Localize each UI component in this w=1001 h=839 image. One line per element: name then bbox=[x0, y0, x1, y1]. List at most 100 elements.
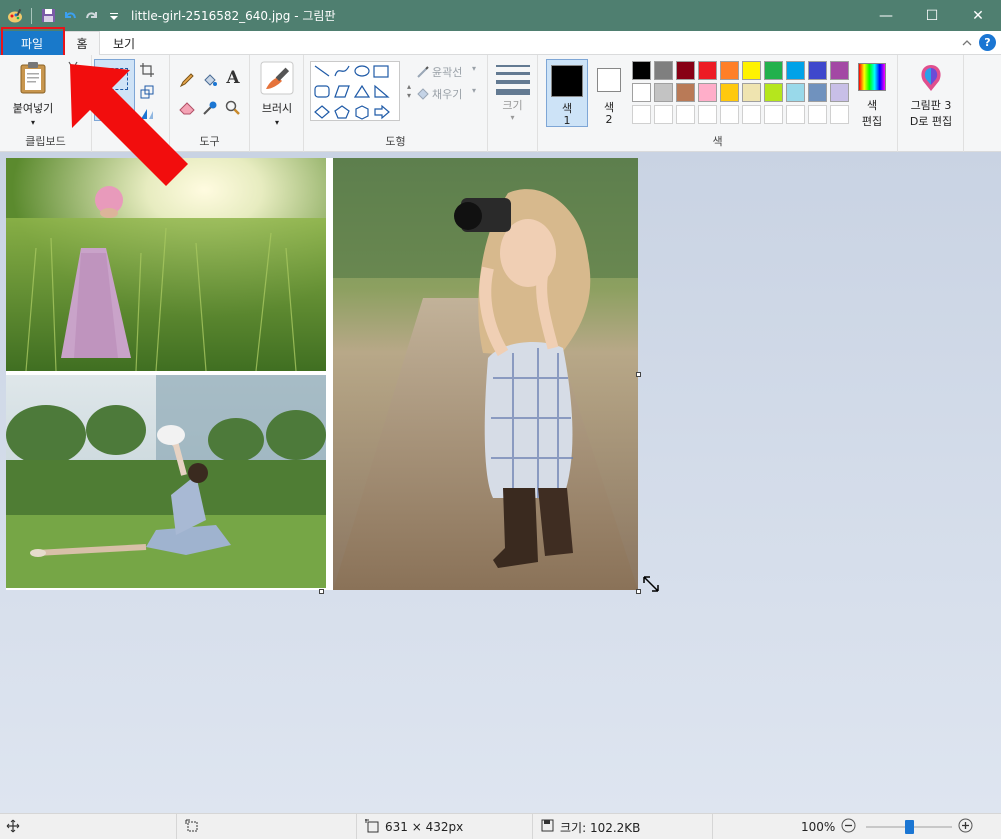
window-title: little-girl-2516582_640.jpg - 그림판 bbox=[131, 9, 336, 23]
custom-color-slot[interactable] bbox=[764, 105, 783, 124]
clipboard-group: 붙여넣기 ▾ 클립보드 bbox=[0, 55, 92, 152]
customize-quick-access-icon[interactable] bbox=[105, 7, 123, 25]
photo-mother-and-child bbox=[6, 375, 326, 588]
clipboard-group-label: 클립보드 bbox=[25, 135, 66, 148]
rotate-icon[interactable] bbox=[138, 105, 156, 123]
photo-girl-in-meadow bbox=[6, 158, 326, 371]
custom-color-slot[interactable] bbox=[676, 105, 695, 124]
color2-button[interactable]: 색 2 bbox=[592, 59, 626, 127]
custom-color-slot[interactable] bbox=[742, 105, 761, 124]
selection-size-cell bbox=[176, 814, 356, 839]
custom-color-slot[interactable] bbox=[632, 105, 651, 124]
color-swatch[interactable] bbox=[698, 61, 717, 80]
size-line-thick bbox=[496, 80, 530, 84]
close-button[interactable]: ✕ bbox=[955, 0, 1001, 31]
custom-color-slot[interactable] bbox=[720, 105, 739, 124]
resize-icon[interactable] bbox=[138, 83, 156, 101]
photo-girl-with-camera bbox=[333, 158, 638, 590]
file-size: 크기: 102.2KB bbox=[560, 820, 641, 835]
separator bbox=[31, 7, 32, 24]
quick-access-toolbar bbox=[0, 0, 123, 31]
color-swatch[interactable] bbox=[830, 61, 849, 80]
brushes-button[interactable]: 브러시 ▾ bbox=[254, 61, 300, 127]
magnifier-icon[interactable] bbox=[224, 99, 242, 117]
size-group: 크기 ▾ bbox=[488, 55, 538, 152]
shapes-gallery[interactable] bbox=[310, 61, 400, 121]
ribbon: 붙여넣기 ▾ 클립보드 A 도구 브러시 ▾ ▴ ▾ 윤곽선 ▾ 채우기 ▾ 도… bbox=[0, 55, 1001, 152]
edit-colors-line2: 편집 bbox=[861, 115, 883, 128]
zoom-in-icon[interactable] bbox=[958, 818, 973, 836]
color-swatch[interactable] bbox=[786, 61, 805, 80]
color-swatch[interactable] bbox=[676, 83, 695, 102]
color-picker-icon[interactable] bbox=[201, 99, 219, 117]
eraser-icon[interactable] bbox=[178, 99, 196, 117]
select-button[interactable] bbox=[94, 59, 135, 121]
color-swatch[interactable] bbox=[676, 61, 695, 80]
tools-group: A 도구 bbox=[170, 55, 250, 152]
maximize-button[interactable]: ☐ bbox=[909, 0, 955, 31]
cut-icon[interactable] bbox=[64, 59, 82, 77]
custom-color-slot[interactable] bbox=[786, 105, 805, 124]
zoom-slider[interactable] bbox=[866, 820, 953, 834]
paint-app-icon[interactable] bbox=[6, 7, 24, 25]
tab-file[interactable]: 파일 bbox=[0, 31, 64, 55]
redo-icon[interactable] bbox=[83, 7, 101, 25]
minimize-button[interactable]: — bbox=[863, 0, 909, 31]
color-swatch[interactable] bbox=[786, 83, 805, 102]
color2-swatch bbox=[597, 68, 621, 92]
image-dimensions: 631 × 432px bbox=[385, 820, 464, 834]
cursor-position-icon bbox=[6, 819, 20, 836]
zoom-out-icon[interactable] bbox=[841, 818, 856, 836]
file-size-cell: 크기: 102.2KB bbox=[532, 814, 712, 839]
tab-view[interactable]: 보기 bbox=[104, 31, 144, 55]
fill-bucket-icon[interactable] bbox=[201, 71, 219, 89]
diagonal-resize-cursor-icon bbox=[641, 574, 661, 597]
text-tool-icon[interactable]: A bbox=[224, 68, 242, 88]
crop-icon[interactable] bbox=[138, 61, 156, 79]
canvas-area[interactable] bbox=[0, 152, 1001, 813]
color-swatch[interactable] bbox=[830, 83, 849, 102]
undo-icon[interactable] bbox=[61, 7, 79, 25]
color-swatch[interactable] bbox=[698, 83, 717, 102]
color-swatch[interactable] bbox=[720, 83, 739, 102]
brushes-group: 브러시 ▾ bbox=[250, 55, 304, 152]
save-icon[interactable] bbox=[39, 7, 57, 25]
zoom-slider-thumb[interactable] bbox=[905, 820, 915, 834]
color-swatch[interactable] bbox=[764, 83, 783, 102]
help-icon[interactable]: ? bbox=[979, 34, 996, 51]
custom-color-slot[interactable] bbox=[654, 105, 673, 124]
title-bar: little-girl-2516582_640.jpg - 그림판 — ☐ ✕ bbox=[0, 0, 1001, 31]
custom-color-slot[interactable] bbox=[830, 105, 849, 124]
shapes-group-label: 도형 bbox=[385, 135, 406, 148]
fill-label[interactable]: 채우기 bbox=[432, 86, 462, 102]
outline-label[interactable]: 윤곽선 bbox=[432, 64, 462, 80]
outline-icon bbox=[414, 63, 432, 81]
image-canvas[interactable] bbox=[6, 158, 638, 590]
color-swatch[interactable] bbox=[654, 61, 673, 80]
color-swatch[interactable] bbox=[742, 61, 761, 80]
size-line-thicker bbox=[496, 89, 530, 95]
edit-colors-button[interactable]: 색 편집 bbox=[854, 61, 894, 131]
image-group bbox=[92, 55, 170, 152]
color-swatch[interactable] bbox=[742, 83, 761, 102]
color-swatch[interactable] bbox=[632, 61, 651, 80]
resize-handle-bottom[interactable] bbox=[319, 589, 324, 594]
color-swatch[interactable] bbox=[764, 61, 783, 80]
edit-with-paint3d-button[interactable]: 그림판 3 D로 편집 bbox=[900, 61, 962, 131]
color-swatch[interactable] bbox=[808, 83, 827, 102]
collapse-ribbon-icon[interactable] bbox=[959, 35, 975, 51]
selection-icon bbox=[185, 819, 199, 836]
color1-button[interactable]: 색 1 bbox=[546, 59, 588, 127]
resize-handle-right[interactable] bbox=[636, 372, 641, 377]
color-swatch[interactable] bbox=[720, 61, 739, 80]
color-swatch[interactable] bbox=[808, 61, 827, 80]
paint3d-line1: 그림판 3 bbox=[910, 99, 952, 112]
edit-colors-line1: 색 bbox=[866, 99, 878, 112]
color-swatch[interactable] bbox=[632, 83, 651, 102]
custom-color-slot[interactable] bbox=[808, 105, 827, 124]
paste-button[interactable]: 붙여넣기 ▾ bbox=[6, 61, 60, 127]
color-swatch[interactable] bbox=[654, 83, 673, 102]
tab-home[interactable]: 홈 bbox=[64, 31, 100, 55]
custom-color-slot[interactable] bbox=[698, 105, 717, 124]
pencil-icon[interactable] bbox=[178, 71, 196, 89]
